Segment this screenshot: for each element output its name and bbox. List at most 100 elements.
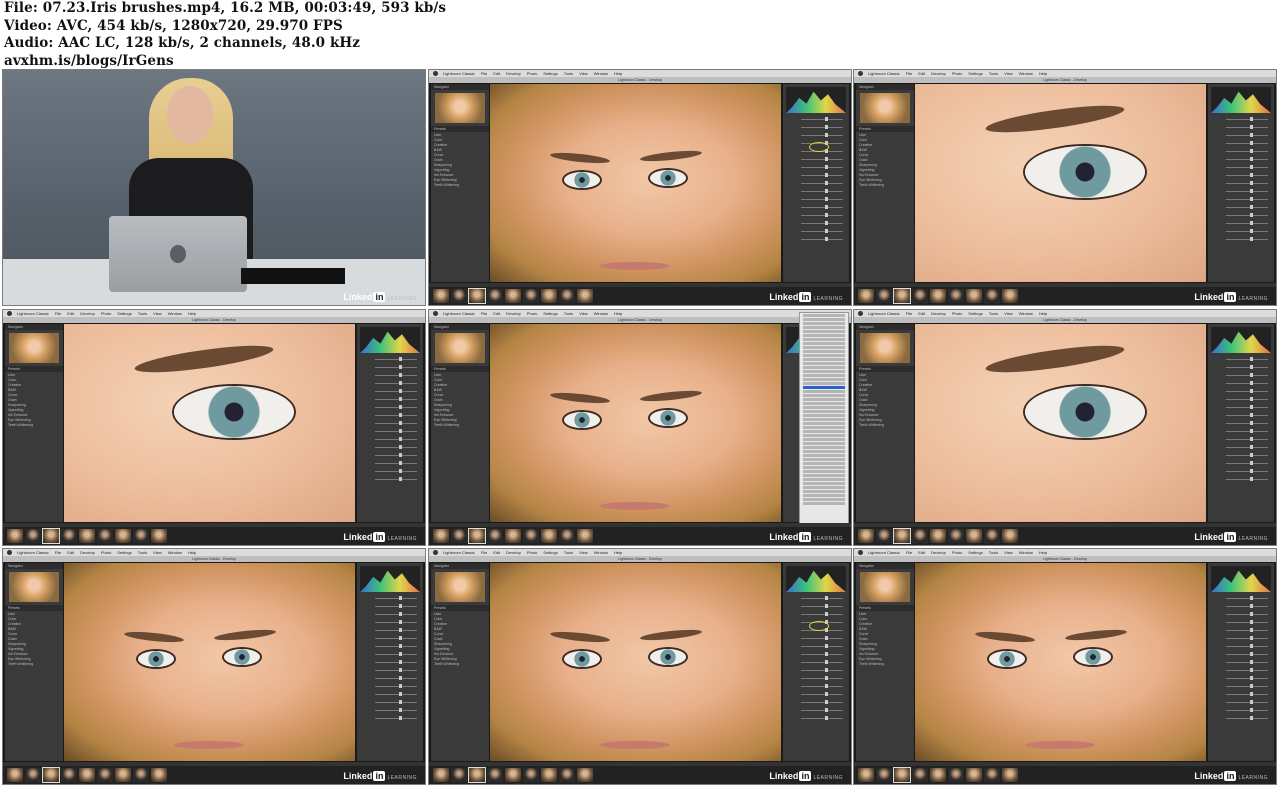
adjustment-slider[interactable] xyxy=(1212,659,1270,666)
adjustment-slider[interactable] xyxy=(1212,420,1270,427)
menu-item[interactable]: Window xyxy=(1019,550,1033,555)
menu-item[interactable]: Window xyxy=(1019,71,1033,76)
menu-item[interactable]: Tools xyxy=(989,311,998,316)
filmstrip-thumbnail[interactable] xyxy=(468,288,486,304)
adjustment-slider[interactable] xyxy=(1212,212,1270,219)
adjustment-slider[interactable] xyxy=(1212,132,1270,139)
menu-item[interactable]: Tools xyxy=(564,550,573,555)
navigator-header[interactable]: Navigator xyxy=(856,84,914,90)
menu-item[interactable]: Settings xyxy=(543,311,557,316)
filmstrip-thumbnail[interactable] xyxy=(451,529,467,543)
menu-item[interactable]: Lightroom Classic xyxy=(17,311,49,316)
apple-menu-icon[interactable] xyxy=(7,550,12,555)
adjustment-slider[interactable] xyxy=(1212,667,1270,674)
menu-item[interactable]: Tools xyxy=(564,71,573,76)
dropdown-option[interactable] xyxy=(803,390,845,393)
menu-item[interactable]: Photo xyxy=(527,71,537,76)
dropdown-option[interactable] xyxy=(803,382,845,385)
menu-item[interactable]: Edit xyxy=(918,550,925,555)
adjustment-slider[interactable] xyxy=(787,204,845,211)
adjustment-slider[interactable] xyxy=(1212,180,1270,187)
dropdown-option[interactable] xyxy=(803,458,845,461)
dropdown-option[interactable] xyxy=(803,446,845,449)
filmstrip-thumbnail[interactable] xyxy=(948,529,964,543)
menu-item[interactable]: Lightroom Classic xyxy=(443,71,475,76)
dropdown-option[interactable] xyxy=(803,338,845,341)
preset-item[interactable]: Teeth Whitening xyxy=(859,183,911,188)
adjustment-slider[interactable] xyxy=(1212,603,1270,610)
dropdown-option[interactable] xyxy=(803,474,845,477)
navigator-header[interactable]: Navigator xyxy=(856,324,914,330)
adjustment-slider[interactable] xyxy=(787,116,845,123)
menu-item[interactable]: Window xyxy=(168,550,182,555)
dropdown-option[interactable] xyxy=(803,406,845,409)
navigator-preview[interactable] xyxy=(860,93,910,123)
adjustment-slider[interactable] xyxy=(787,611,845,618)
menu-item[interactable]: View xyxy=(1004,71,1013,76)
adjustment-slider[interactable] xyxy=(787,124,845,131)
menu-item[interactable]: Develop xyxy=(931,550,946,555)
menu-item[interactable]: File xyxy=(481,71,487,76)
menu-item[interactable]: Edit xyxy=(67,311,74,316)
filmstrip-thumbnail[interactable] xyxy=(61,768,77,782)
adjustment-slider[interactable] xyxy=(1212,164,1270,171)
menu-item[interactable]: View xyxy=(579,311,588,316)
filmstrip-thumbnail[interactable] xyxy=(930,529,946,543)
navigator-header[interactable]: Navigator xyxy=(5,563,63,569)
adjustment-slider[interactable] xyxy=(361,667,419,674)
menu-item[interactable]: Help xyxy=(614,550,622,555)
filmstrip-thumbnail[interactable] xyxy=(25,529,41,543)
filmstrip-thumbnail[interactable] xyxy=(487,289,503,303)
filmstrip-thumbnail[interactable] xyxy=(541,529,557,543)
filmstrip-thumbnail[interactable] xyxy=(97,529,113,543)
dropdown-option[interactable] xyxy=(803,366,845,369)
preset-item[interactable]: Teeth Whitening xyxy=(859,662,911,667)
menu-item[interactable]: Settings xyxy=(968,550,982,555)
adjustment-slider[interactable] xyxy=(361,603,419,610)
adjustment-slider[interactable] xyxy=(1212,476,1270,483)
dropdown-option[interactable] xyxy=(803,378,845,381)
filmstrip-thumbnail[interactable] xyxy=(61,529,77,543)
adjustment-slider[interactable] xyxy=(1212,172,1270,179)
adjustment-slider[interactable] xyxy=(787,659,845,666)
adjustment-slider[interactable] xyxy=(361,699,419,706)
filmstrip-thumbnail[interactable] xyxy=(858,529,874,543)
preset-item[interactable]: Teeth Whitening xyxy=(434,183,486,188)
menu-item[interactable]: Settings xyxy=(117,550,131,555)
dropdown-option[interactable] xyxy=(803,438,845,441)
filmstrip-thumbnail[interactable] xyxy=(984,529,1000,543)
adjustment-slider[interactable] xyxy=(787,691,845,698)
dropdown-option[interactable] xyxy=(803,394,845,397)
filmstrip-thumbnail[interactable] xyxy=(42,528,60,544)
dropdown-option[interactable] xyxy=(803,482,845,485)
adjustment-slider[interactable] xyxy=(787,212,845,219)
menu-item[interactable]: Help xyxy=(1039,71,1047,76)
menu-item[interactable]: Settings xyxy=(543,550,557,555)
filmstrip-thumbnail[interactable] xyxy=(876,768,892,782)
dropdown-option[interactable] xyxy=(803,334,845,337)
filmstrip-thumbnail[interactable] xyxy=(577,289,593,303)
apple-menu-icon[interactable] xyxy=(858,71,863,76)
menu-item[interactable]: Edit xyxy=(918,311,925,316)
dropdown-option[interactable] xyxy=(803,410,845,413)
adjustment-slider[interactable] xyxy=(361,436,419,443)
apple-menu-icon[interactable] xyxy=(433,550,438,555)
adjustment-slider[interactable] xyxy=(361,468,419,475)
adjustment-slider[interactable] xyxy=(361,372,419,379)
dropdown-option[interactable] xyxy=(803,374,845,377)
adjustment-slider[interactable] xyxy=(361,683,419,690)
filmstrip-thumbnail[interactable] xyxy=(912,289,928,303)
filmstrip-thumbnail[interactable] xyxy=(433,768,449,782)
dropdown-option[interactable] xyxy=(803,462,845,465)
adjustment-slider[interactable] xyxy=(361,651,419,658)
filmstrip-thumbnail[interactable] xyxy=(133,529,149,543)
adjustment-slider[interactable] xyxy=(1212,204,1270,211)
navigator-header[interactable]: Navigator xyxy=(5,324,63,330)
menu-item[interactable]: Lightroom Classic xyxy=(868,550,900,555)
adjustment-slider[interactable] xyxy=(787,164,845,171)
dropdown-option[interactable] xyxy=(803,354,845,357)
adjustment-slider[interactable] xyxy=(361,460,419,467)
filmstrip-thumbnail[interactable] xyxy=(930,768,946,782)
adjustment-slider[interactable] xyxy=(1212,404,1270,411)
menu-item[interactable]: File xyxy=(906,71,912,76)
